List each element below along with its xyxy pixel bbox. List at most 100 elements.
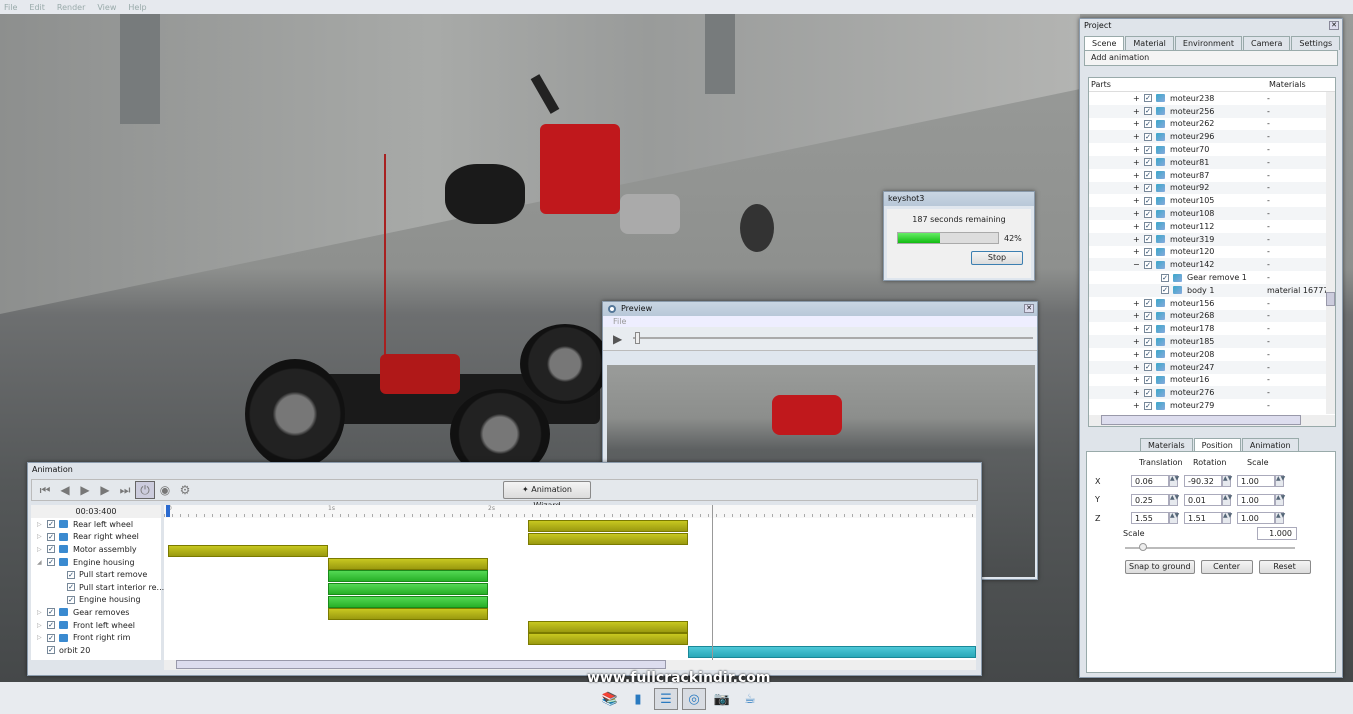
snap-to-ground-button[interactable]: Snap to ground <box>1125 560 1195 574</box>
tree-item[interactable]: + ✓ moteur268 - <box>1089 309 1335 323</box>
translation-y-spinbox[interactable]: 0.25 ▲▼ <box>1131 493 1179 506</box>
visibility-checkbox[interactable]: ✓ <box>1144 247 1152 256</box>
tree-item[interactable]: − ✓ moteur142 - <box>1089 258 1335 272</box>
playhead[interactable] <box>712 505 713 660</box>
collapse-arrow-icon[interactable]: ◢ <box>37 559 47 566</box>
tab-environment[interactable]: Environment <box>1174 36 1242 50</box>
expand-icon[interactable]: + <box>1133 235 1144 244</box>
timeline-bar[interactable] <box>328 608 488 621</box>
tree-item[interactable]: + ✓ moteur296 - <box>1089 130 1335 144</box>
step-forward-icon[interactable]: ▶ <box>95 481 115 499</box>
tree-item[interactable]: + ✓ moteur112 - <box>1089 220 1335 233</box>
tree-item[interactable]: + ✓ moteur92 - <box>1089 181 1335 195</box>
spin-arrows-icon[interactable]: ▲▼ <box>1222 493 1232 506</box>
scale-y-spinbox[interactable]: 1.00 ▲▼ <box>1237 493 1285 506</box>
tree-item[interactable]: + ✓ moteur247 - <box>1089 360 1335 374</box>
tree-item[interactable]: + ✓ moteur276 - <box>1089 386 1335 400</box>
track-item[interactable]: ▷ ✓ Rear left wheel <box>31 518 161 531</box>
time-cursor[interactable] <box>166 505 170 517</box>
tree-item[interactable]: + ✓ moteur105 - <box>1089 194 1335 207</box>
expand-arrow-icon[interactable]: ▷ <box>37 609 47 616</box>
visibility-checkbox[interactable]: ✓ <box>1144 145 1152 154</box>
expand-icon[interactable]: + <box>1133 209 1144 218</box>
track-checkbox[interactable]: ✓ <box>67 570 75 579</box>
center-button[interactable]: Center <box>1200 560 1253 574</box>
track-checkbox[interactable]: ✓ <box>47 633 55 642</box>
timeline-bar[interactable] <box>328 570 488 583</box>
spin-arrows-icon[interactable]: ▲▼ <box>1169 512 1179 525</box>
tree-item[interactable]: + ✓ moteur81 - <box>1089 155 1335 169</box>
track-checkbox[interactable]: ✓ <box>47 608 55 617</box>
scale-x-spinbox[interactable]: 1.00 ▲▼ <box>1237 475 1285 488</box>
expand-icon[interactable]: + <box>1133 107 1144 116</box>
menu-view[interactable]: View <box>97 3 116 12</box>
tab-camera[interactable]: Camera <box>1242 36 1291 50</box>
menu-help[interactable]: Help <box>128 3 146 12</box>
uniform-scale-input[interactable]: 1.000 <box>1257 527 1297 540</box>
menu-render[interactable]: Render <box>57 3 85 12</box>
timeline-bar[interactable] <box>528 520 688 532</box>
visibility-checkbox[interactable]: ✓ <box>1161 273 1169 282</box>
spin-arrows-icon[interactable]: ▲▼ <box>1275 512 1285 525</box>
play-icon[interactable]: ▶ <box>613 332 622 346</box>
stop-button[interactable]: Stop <box>971 251 1023 265</box>
visibility-checkbox[interactable]: ✓ <box>1144 388 1152 397</box>
track-checkbox[interactable]: ✓ <box>47 621 55 630</box>
scale-slider-handle[interactable] <box>1139 543 1147 551</box>
visibility-checkbox[interactable]: ✓ <box>1144 260 1152 269</box>
tree-item[interactable]: + ✓ moteur279 - <box>1089 399 1335 412</box>
tree-item[interactable]: + ✓ moteur319 - <box>1089 232 1335 246</box>
tree-item[interactable]: + ✓ moteur256 - <box>1089 104 1335 118</box>
tree-item[interactable]: + ✓ moteur87 - <box>1089 169 1335 182</box>
expand-icon[interactable]: + <box>1133 350 1144 359</box>
go-to-start-icon[interactable]: ⏮ <box>35 481 55 499</box>
expand-icon[interactable]: + <box>1133 132 1144 141</box>
go-to-end-icon[interactable]: ⏭ <box>115 481 135 499</box>
visibility-checkbox[interactable]: ✓ <box>1144 375 1152 384</box>
visibility-checkbox[interactable]: ✓ <box>1161 286 1169 295</box>
track-item[interactable]: ▷ ✓ Rear right wheel <box>31 531 161 544</box>
expand-arrow-icon[interactable]: ▷ <box>37 546 47 553</box>
expand-icon[interactable]: + <box>1133 247 1144 256</box>
tree-item[interactable]: + ✓ moteur185 - <box>1089 335 1335 348</box>
track-item[interactable]: ▷ ✓ Gear removes <box>31 606 161 619</box>
track-item[interactable]: ✓ Engine housing <box>31 594 161 607</box>
expand-icon[interactable]: + <box>1133 375 1144 384</box>
visibility-checkbox[interactable]: ✓ <box>1144 350 1152 359</box>
track-item[interactable]: ▷ ✓ Motor assembly <box>31 543 161 556</box>
timeline-bar[interactable] <box>688 646 976 658</box>
menu-file[interactable]: File <box>4 3 17 12</box>
timeline-bar[interactable] <box>328 583 488 595</box>
visibility-checkbox[interactable]: ✓ <box>1144 171 1152 180</box>
expand-arrow-icon[interactable]: ▷ <box>37 622 47 629</box>
expand-icon[interactable]: + <box>1133 401 1144 410</box>
timeline-bar[interactable] <box>328 595 488 608</box>
tab-material[interactable]: Material <box>1125 36 1174 50</box>
ping-pong-icon[interactable]: ◉ <box>155 481 175 499</box>
tree-item[interactable]: ✓ body 1 material 16777. <box>1089 283 1335 297</box>
visibility-checkbox[interactable]: ✓ <box>1144 363 1152 372</box>
translation-z-spinbox[interactable]: 1.55 ▲▼ <box>1131 512 1179 525</box>
scale-z-spinbox[interactable]: 1.00 ▲▼ <box>1237 512 1285 525</box>
track-checkbox[interactable]: ✓ <box>67 583 75 592</box>
scale-slider[interactable] <box>1125 547 1295 549</box>
tab-settings[interactable]: Settings <box>1291 36 1341 50</box>
tree-item[interactable]: + ✓ moteur238 - <box>1089 92 1335 105</box>
close-icon[interactable]: ✕ <box>1329 21 1339 30</box>
visibility-checkbox[interactable]: ✓ <box>1144 401 1152 410</box>
expand-arrow-icon[interactable]: ▷ <box>37 521 47 528</box>
rotation-y-spinbox[interactable]: 0.01 ▲▼ <box>1184 493 1232 506</box>
expand-icon[interactable]: + <box>1133 119 1144 128</box>
timeline-bar[interactable] <box>328 557 488 570</box>
expand-icon[interactable]: + <box>1133 363 1144 372</box>
timeline-bar[interactable] <box>528 633 688 646</box>
play-icon[interactable]: ▶ <box>75 481 95 499</box>
spin-arrows-icon[interactable]: ▲▼ <box>1275 475 1285 488</box>
settings-icon[interactable]: ⚙ <box>175 481 195 499</box>
expand-icon[interactable]: + <box>1133 158 1144 167</box>
screenshot-icon[interactable]: 📷 <box>710 688 734 710</box>
track-checkbox[interactable]: ✓ <box>47 646 55 655</box>
track-item[interactable]: ✓ Pull start interior re... <box>31 581 164 594</box>
loop-icon[interactable]: ⏻ <box>135 481 155 499</box>
library-icon[interactable]: 📚 <box>598 688 622 710</box>
